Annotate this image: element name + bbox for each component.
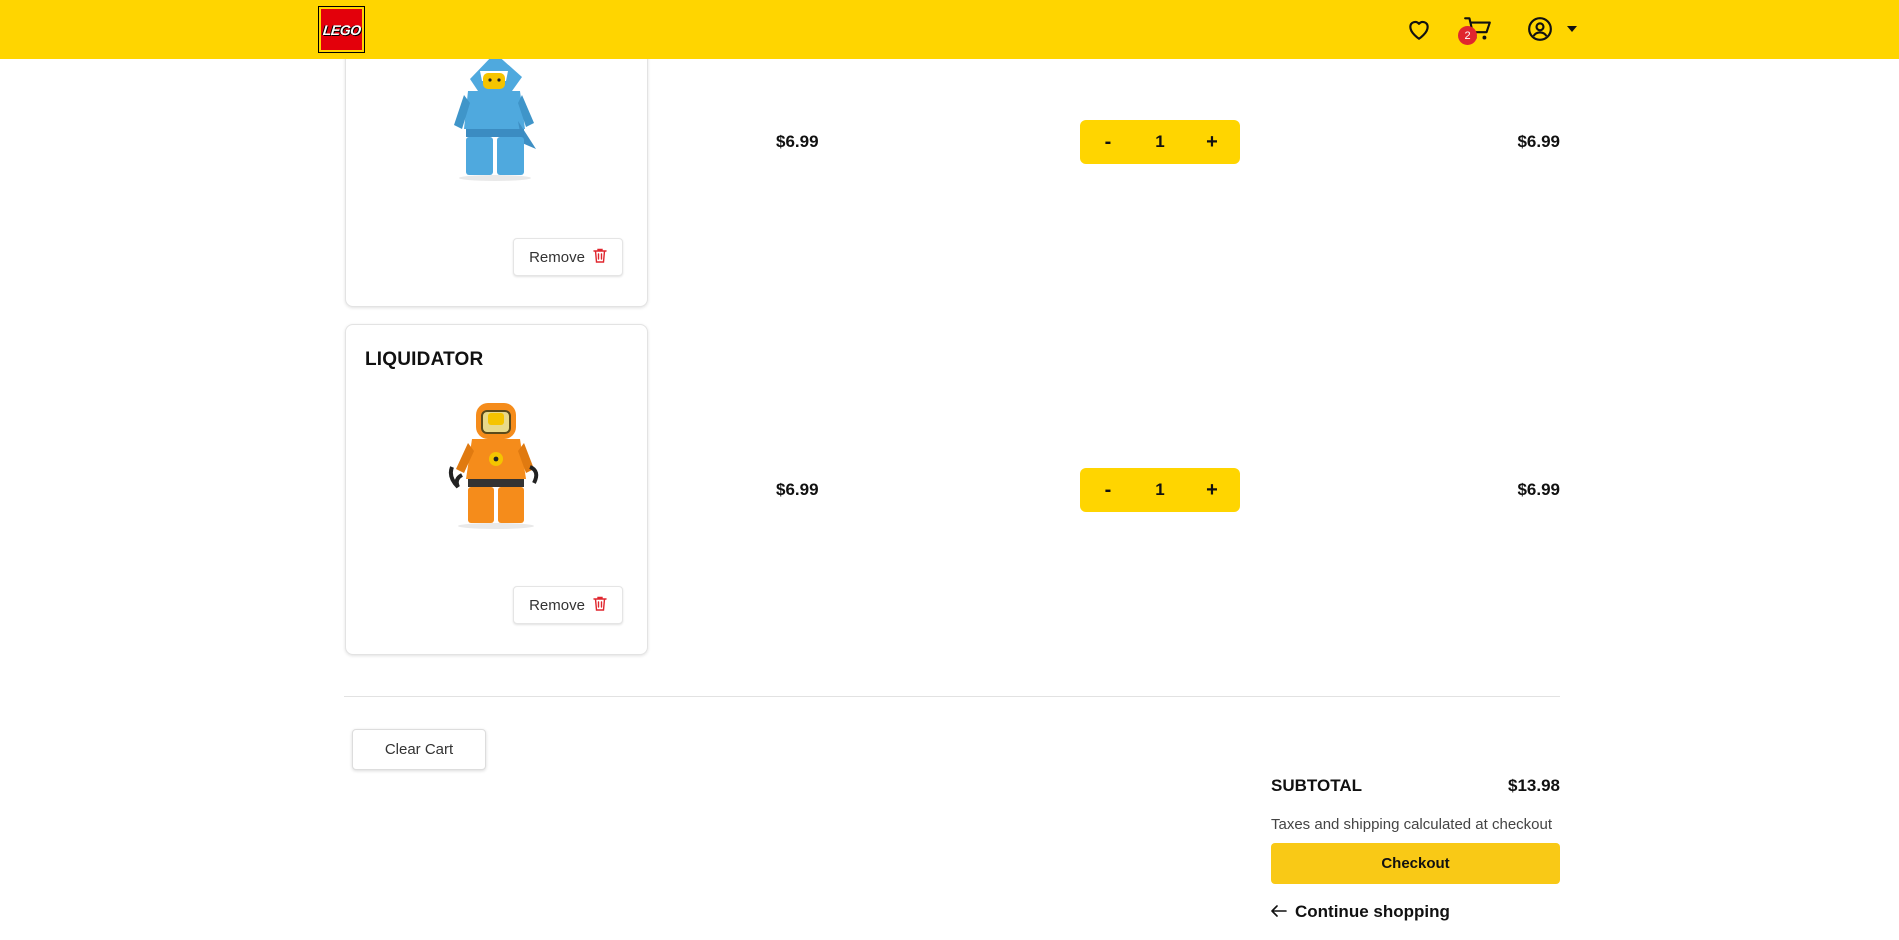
taxes-note: Taxes and shipping calculated at checkou… [1271, 816, 1553, 833]
heart-icon[interactable] [1404, 14, 1434, 44]
order-summary: SUBTOTAL $13.98 Taxes and shipping calcu… [1271, 776, 1560, 922]
decrease-quantity-button[interactable]: - [1096, 479, 1120, 502]
trash-icon [593, 596, 607, 615]
increase-quantity-button[interactable]: + [1200, 479, 1224, 502]
continue-shopping-label: Continue shopping [1295, 902, 1450, 921]
user-circle-icon[interactable] [1525, 14, 1555, 44]
item-line-total: $6.99 [1517, 132, 1560, 151]
subtotal-value: $13.98 [1508, 776, 1560, 795]
trash-icon [593, 248, 607, 267]
cart-item-card: LIQUIDATOR Remove [345, 324, 648, 655]
item-line-total: $6.99 [1517, 480, 1560, 499]
liquidator-minifigure-image [446, 399, 546, 534]
quantity-value: 1 [1155, 480, 1165, 499]
quantity-value: 1 [1155, 132, 1165, 151]
checkout-button[interactable]: Checkout [1271, 843, 1560, 884]
subtotal-label: SUBTOTAL [1271, 776, 1362, 795]
remove-label: Remove [529, 248, 585, 266]
decrease-quantity-button[interactable]: - [1096, 131, 1120, 154]
remove-button[interactable]: Remove [513, 586, 623, 624]
divider [344, 696, 1560, 697]
clear-cart-button[interactable]: Clear Cart [352, 729, 486, 770]
subtotal-row: SUBTOTAL $13.98 [1271, 776, 1560, 796]
lego-logo[interactable]: LEGO [318, 6, 365, 53]
item-price: $6.99 [776, 132, 819, 151]
top-navigation-bar: LEGO 2 [0, 0, 1899, 59]
arrow-left-icon [1271, 902, 1287, 922]
cart-count-badge: 2 [1458, 26, 1477, 45]
continue-shopping-link[interactable]: Continue shopping [1271, 902, 1560, 922]
item-title: LIQUIDATOR [365, 349, 484, 370]
logo-text: LEGO [321, 21, 362, 38]
remove-button[interactable]: Remove [513, 238, 623, 276]
shark-minifigure-image [450, 51, 540, 186]
increase-quantity-button[interactable]: + [1200, 131, 1224, 154]
item-price: $6.99 [776, 480, 819, 499]
remove-label: Remove [529, 596, 585, 614]
quantity-stepper: - 1 + [1080, 120, 1240, 164]
caret-down-icon[interactable] [1565, 22, 1579, 36]
quantity-stepper: - 1 + [1080, 468, 1240, 512]
